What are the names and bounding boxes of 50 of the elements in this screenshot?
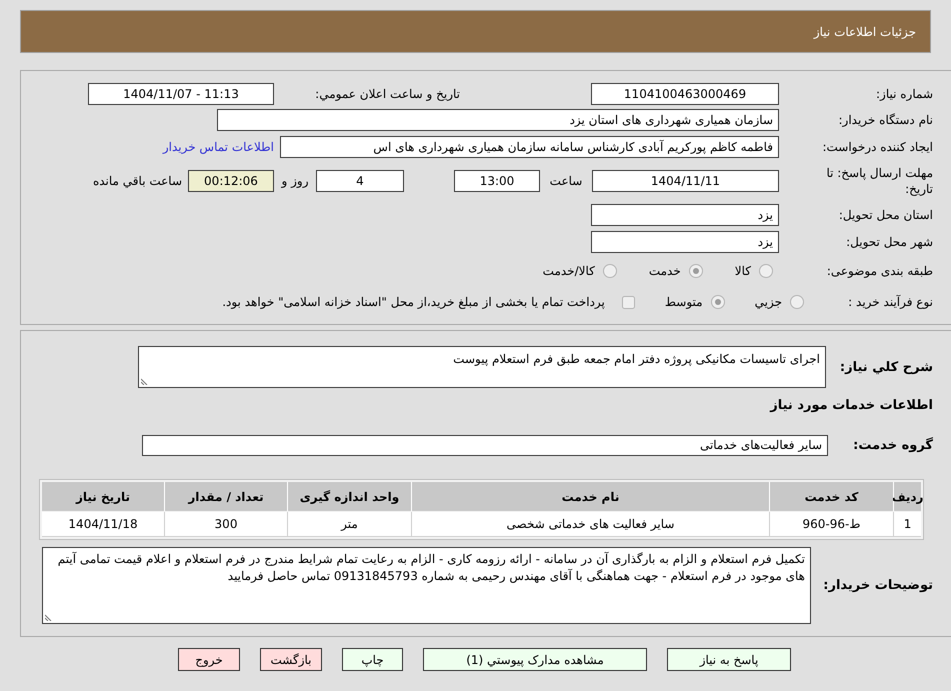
table-cell: 1404/11/18 xyxy=(42,512,164,537)
buyer-notes-text-area[interactable]: تکمیل فرم استعلام و الزام به بارگذاری آن در سامانه - ارائه رزومه کاری - الزام به رعایت تمام شرایط مندرج در فرم استعلام و اعلام قیمت تمامی آیتم های موجود در فرم استعلام - جهت هماهنگی با آقای مهندس رحیمی به شماره 09131845793 تماس حاصل فرمایید xyxy=(42,547,811,624)
exit-button[interactable]: خروج xyxy=(178,648,240,671)
remaining-label: ساعت باقي مانده xyxy=(92,174,182,188)
field-label: نوع فرآیند خرید : xyxy=(847,295,933,309)
table-cell: ط-96-960 xyxy=(769,512,893,537)
table-cell: 300 xyxy=(164,512,287,537)
resize-grip-icon xyxy=(45,613,53,621)
days-label: روز و xyxy=(280,174,310,188)
print-button[interactable]: چاپ xyxy=(342,648,403,671)
attachments-button[interactable]: مشاهده مدارک پیوستي (1) xyxy=(423,648,647,671)
summary-text-area[interactable]: اجرای تاسیسات مکانیکی پروژه دفتر امام جمعه طبق فرم استعلام پیوست xyxy=(138,346,826,388)
field-label: شرح کلي نیاز: xyxy=(838,360,933,374)
resize-grip-icon xyxy=(141,377,149,385)
back-button[interactable]: بازگشت xyxy=(260,648,322,671)
section-heading: اطلاعات خدمات مورد نیاز xyxy=(770,398,933,412)
requester-field[interactable]: فاطمه کاظم پورکریم آبادی کارشناس سامانه سازمان همیاری شهرداری های اس xyxy=(280,136,779,158)
column-header: نام خدمت xyxy=(411,482,769,511)
field-label: گروه خدمت: xyxy=(852,438,933,453)
table-cell: 1 xyxy=(893,512,921,537)
city-field[interactable]: یزد xyxy=(591,230,779,252)
table-cell: متر xyxy=(287,512,411,537)
column-header: تعداد / مقدار xyxy=(164,482,287,511)
need-number-field[interactable]: 1104100463000469 xyxy=(591,83,779,105)
contact-link[interactable]: اطلاعات تماس خریدار xyxy=(162,140,274,154)
field-label: استان محل تحویل: xyxy=(838,208,933,222)
field-label: طبقه بندی موضوعی: xyxy=(826,264,933,278)
field-label: شهر محل تحویل: xyxy=(845,234,933,248)
service-group-field[interactable]: سایر فعالیت‌های خدماتی xyxy=(142,435,828,456)
field-label: نام دستگاه خریدار: xyxy=(838,113,933,127)
table-cell: سایر فعالیت های خدماتی شخصی xyxy=(411,512,769,537)
field-label: تاریخ و ساعت اعلان عمومي: xyxy=(314,87,460,101)
days-field[interactable]: 4 xyxy=(316,170,404,192)
field-label: شماره نیاز: xyxy=(875,87,933,101)
announce-date-field[interactable]: 1404/11/07 - 11:13 xyxy=(88,83,274,105)
page-title: جزئیات اطلاعات نیاز xyxy=(814,24,916,38)
field-label: توضیحات خریدار: xyxy=(822,578,933,593)
field-label: مهلت ارسال پاسخ: تا تاریخ: xyxy=(825,164,933,196)
province-field[interactable]: یزد xyxy=(591,204,779,226)
reply-button[interactable]: پاسخ به نیاز xyxy=(667,648,791,671)
remaining-time-field[interactable]: 00:12:06 xyxy=(188,170,274,192)
time-label: ساعت xyxy=(548,174,584,188)
deadline-date-field[interactable]: 1404/11/11 xyxy=(592,170,779,192)
column-header: واحد اندازه گیری xyxy=(287,482,411,511)
column-header: ردیف xyxy=(893,482,921,511)
field-label: ایجاد کننده درخواست: xyxy=(821,140,933,154)
column-header: کد خدمت xyxy=(769,482,893,511)
deadline-time-field[interactable]: 13:00 xyxy=(454,170,540,192)
buyer-org-field[interactable]: سازمان همیاری شهرداری های استان یزد xyxy=(217,109,779,131)
column-header: تاریخ نیاز xyxy=(42,482,164,511)
